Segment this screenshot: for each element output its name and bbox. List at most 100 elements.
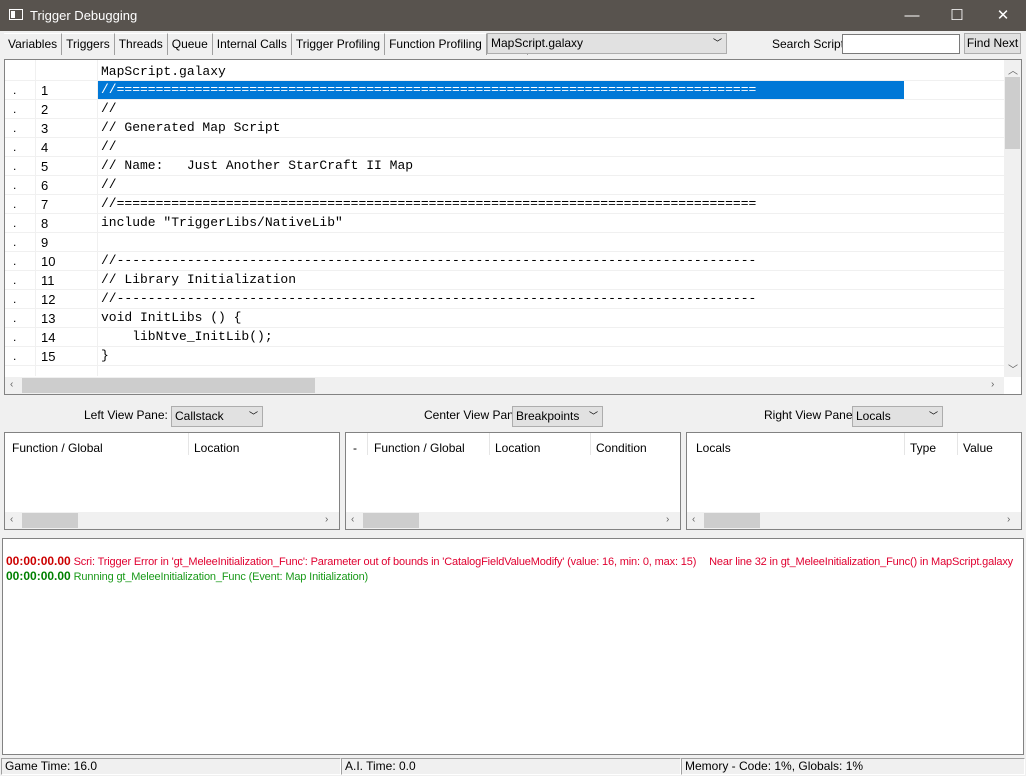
code-line[interactable]: . 14 libNtve_InitLib(); (5, 328, 1004, 347)
callstack-pane[interactable]: Function / Global Location ‹ › (4, 432, 340, 530)
vertical-scrollbar[interactable]: ︿ ﹀ (1004, 60, 1021, 377)
code-line[interactable]: . 5 // Name: Just Another StarCraft II Map (5, 157, 1004, 176)
column-header[interactable]: - (353, 441, 357, 455)
line-marker[interactable]: . (13, 311, 16, 325)
tab-internal-calls[interactable]: Internal Calls (212, 33, 292, 55)
column-header[interactable]: Function / Global (374, 441, 465, 455)
code-line[interactable]: . 1 //====================================… (5, 81, 1004, 100)
line-marker[interactable]: . (13, 197, 16, 211)
scroll-left-icon[interactable]: ‹ (10, 514, 13, 525)
script-select[interactable]: MapScript.galaxy ﹀ (487, 33, 727, 54)
left-pane-label: Left View Pane: (84, 408, 168, 422)
column-header[interactable]: Location (194, 441, 239, 455)
code-line[interactable]: . 8 include "TriggerLibs/NativeLib" (5, 214, 1004, 233)
column-divider (590, 433, 591, 455)
column-divider (367, 433, 368, 455)
column-header[interactable]: Locals (696, 441, 731, 455)
line-marker[interactable]: . (13, 273, 16, 287)
tab-queue[interactable]: Queue (167, 33, 213, 55)
scroll-left-icon[interactable]: ‹ (10, 379, 13, 390)
column-header[interactable]: Value (963, 441, 993, 455)
column-header[interactable]: Type (910, 441, 936, 455)
scroll-thumb[interactable] (704, 513, 760, 528)
breakpoints-pane[interactable]: - Function / Global Location Condition ‹… (345, 432, 681, 530)
line-number: 10 (41, 254, 56, 269)
log-time: 00:00:00.00 (6, 554, 71, 568)
column-header[interactable]: Location (495, 441, 540, 455)
title-bar: Trigger Debugging — ☐ ✕ (0, 0, 1026, 31)
tab-threads[interactable]: Threads (114, 33, 168, 55)
line-number: 2 (41, 102, 49, 117)
tab-triggers[interactable]: Triggers (62, 33, 115, 55)
horizontal-scrollbar[interactable]: ‹ › (687, 512, 1021, 529)
scroll-right-icon[interactable]: › (1007, 514, 1010, 525)
scroll-thumb[interactable] (363, 513, 419, 528)
scroll-left-icon[interactable]: ‹ (692, 514, 695, 525)
line-text: void InitLibs () { (101, 310, 242, 325)
horizontal-scrollbar[interactable]: ‹ › (5, 377, 1004, 394)
line-text: // Library Initialization (101, 272, 297, 287)
code-line[interactable]: . 4 // (5, 138, 1004, 157)
horizontal-scrollbar[interactable]: ‹ › (5, 512, 339, 529)
output-log[interactable]: 00:00:00.00 Scri: Trigger Error in 'gt_M… (2, 538, 1024, 755)
tab-trigger-profiling[interactable]: Trigger Profiling (291, 33, 386, 55)
scroll-down-icon[interactable]: ﹀ (1008, 361, 1018, 376)
scroll-up-icon[interactable]: ︿ (1008, 62, 1018, 77)
line-number: 6 (41, 178, 49, 193)
search-input[interactable] (842, 34, 960, 54)
line-marker[interactable]: . (13, 140, 16, 154)
column-header[interactable]: Condition (596, 441, 647, 455)
app-icon (9, 9, 23, 20)
find-next-button[interactable]: Find Next (964, 33, 1021, 54)
right-pane-select[interactable]: Locals ﹀ (852, 406, 943, 427)
code-view[interactable]: MapScript.galaxy . 1 //===================… (4, 59, 1022, 395)
code-line[interactable]: . 11 // Library Initialization (5, 271, 1004, 290)
line-number: 13 (41, 311, 56, 326)
code-line[interactable]: . 15} (5, 347, 1004, 366)
line-text: //======================================… (98, 81, 904, 99)
line-marker[interactable]: . (13, 216, 16, 230)
line-marker[interactable]: . (13, 292, 16, 306)
code-line[interactable]: . 7 //====================================… (5, 195, 1004, 214)
scroll-thumb[interactable] (22, 513, 78, 528)
scroll-right-icon[interactable]: › (325, 514, 328, 525)
line-marker[interactable]: . (13, 121, 16, 135)
column-header[interactable]: Function / Global (12, 441, 103, 455)
line-marker[interactable]: . (13, 235, 16, 249)
code-line[interactable]: . 6 // (5, 176, 1004, 195)
scroll-right-icon[interactable]: › (991, 379, 994, 390)
line-marker[interactable]: . (13, 254, 16, 268)
line-number: 12 (41, 292, 56, 307)
minimize-button[interactable]: — (889, 0, 935, 31)
horizontal-scrollbar[interactable]: ‹ › (346, 512, 680, 529)
chevron-down-icon: ﹀ (712, 38, 722, 48)
code-line[interactable]: . 13 void InitLibs () { (5, 309, 1004, 328)
line-marker[interactable]: . (13, 83, 16, 97)
code-line[interactable]: . 10 //-----------------------------------… (5, 252, 1004, 271)
left-pane-select[interactable]: Callstack ﹀ (171, 406, 263, 427)
code-line[interactable]: . 3 // Generated Map Script (5, 119, 1004, 138)
scroll-thumb[interactable] (22, 378, 315, 393)
ai-time: A.I. Time: 0.0 (341, 758, 681, 775)
maximize-button[interactable]: ☐ (934, 0, 980, 31)
scroll-right-icon[interactable]: › (666, 514, 669, 525)
code-line[interactable]: . 2 // (5, 100, 1004, 119)
tab-function-profiling[interactable]: Function Profiling (385, 33, 487, 55)
tab-variables[interactable]: Variables (4, 33, 63, 55)
close-button[interactable]: ✕ (980, 0, 1026, 31)
line-marker[interactable]: . (13, 102, 16, 116)
scroll-thumb[interactable] (1005, 77, 1020, 149)
line-text: } (101, 348, 109, 363)
locals-pane[interactable]: Locals Type Value ‹ › (686, 432, 1022, 530)
center-pane-select[interactable]: Breakpoints ﹀ (512, 406, 603, 427)
line-marker[interactable]: . (13, 159, 16, 173)
line-marker[interactable]: . (13, 330, 16, 344)
column-divider (904, 433, 905, 455)
scroll-left-icon[interactable]: ‹ (351, 514, 354, 525)
line-text (98, 233, 904, 251)
code-line[interactable]: .9 (5, 233, 1004, 252)
code-line[interactable]: . 12 //-----------------------------------… (5, 290, 1004, 309)
line-marker[interactable]: . (13, 349, 16, 363)
line-marker[interactable]: . (13, 178, 16, 192)
code-header-row: MapScript.galaxy (5, 62, 1004, 81)
